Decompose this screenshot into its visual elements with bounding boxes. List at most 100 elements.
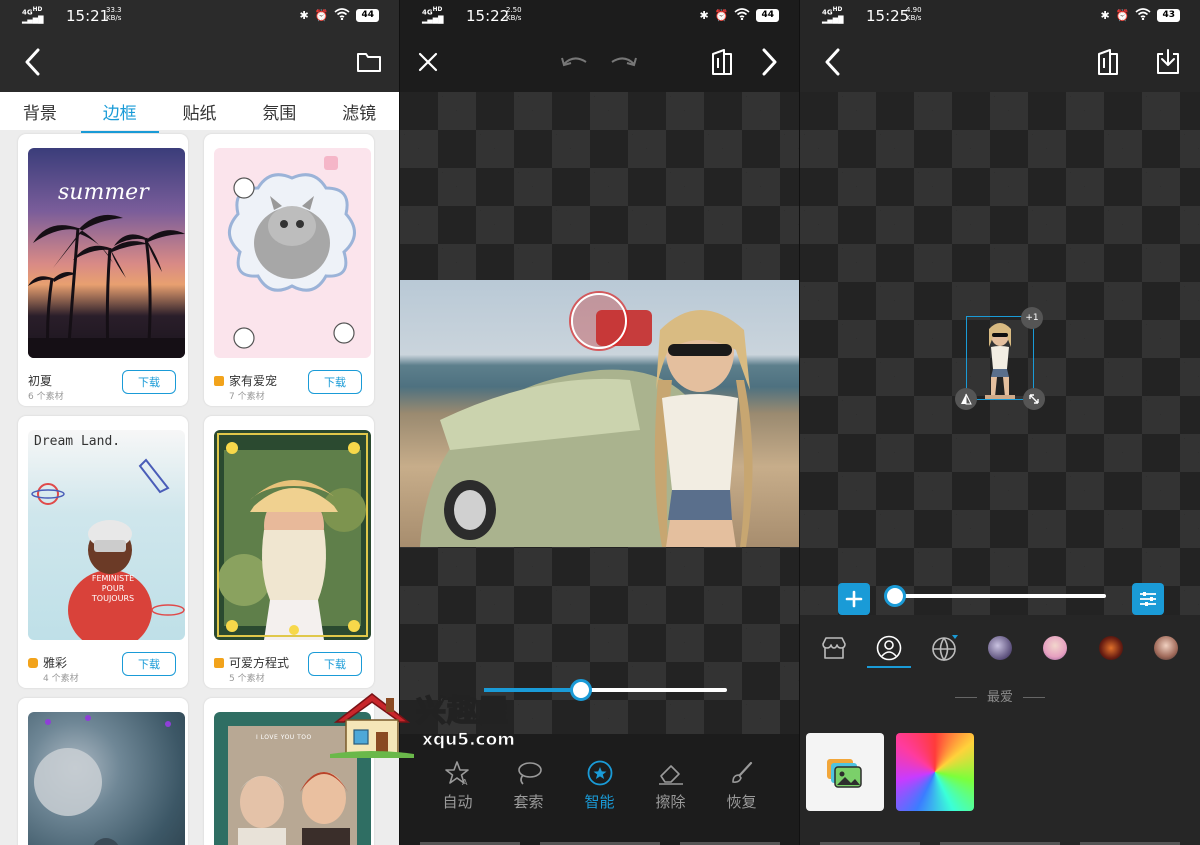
network-indicator: 4GHD ▂▄▆█ [422,7,444,25]
duplicate-handle[interactable]: +1 [1021,307,1043,329]
status-bar: 4GHD ▂▄▆█ 15:21 33.3 KB/s ✱ ⏰ 44 [0,0,399,32]
category-avatar-2[interactable] [1033,630,1077,666]
frame-card[interactable]: summer 初夏 6 个素材 下载 [18,134,188,406]
tab-background[interactable]: 背景 [17,99,63,124]
tool-lasso[interactable]: 套索 [504,755,554,825]
network-indicator: 4GHD ▂▄▆█ [22,7,44,25]
tool-smart[interactable]: 智能 [575,755,625,825]
opacity-slider[interactable] [884,585,1106,607]
frame-thumbnail[interactable] [214,430,371,640]
play-icon [28,657,38,668]
brush-icon [717,755,767,791]
brush-size-slider[interactable] [484,679,727,701]
tab-filter[interactable]: 滤镜 [336,99,382,124]
frame-card[interactable] [18,698,188,845]
resize-icon[interactable] [1023,388,1045,410]
frame-thumbnail[interactable] [28,712,185,845]
gallery-picker[interactable] [806,733,884,811]
flip-icon[interactable] [955,388,977,410]
watermark-title: 兴趣屋 [415,693,509,730]
back-icon[interactable] [818,46,846,78]
category-global[interactable] [923,630,967,666]
next-icon[interactable] [756,46,784,78]
category-avatar-1[interactable] [978,630,1022,666]
avatar [987,636,1012,660]
download-button[interactable]: 下载 [122,370,176,394]
frame-card[interactable]: 家有爱宠 7 个素材 下载 [204,134,374,406]
frame-name: 初夏 [28,374,53,388]
add-sticker-button[interactable] [838,583,870,615]
bluetooth-icon: ✱ [1100,9,1110,22]
shirt-text: FEMINISTE POUR TOUJOURS [91,574,135,603]
sticker-categories [800,630,1200,668]
person-icon [876,635,902,661]
frame-name: 可爱方程式 [229,656,290,670]
house-logo [330,693,414,758]
bluetooth-icon: ✱ [699,9,709,22]
sticker-selection[interactable]: +1 [955,307,1045,410]
net-speed: 4.90 KB/s [906,6,922,22]
compare-icon[interactable] [1092,46,1124,78]
cutout-sticker[interactable] [967,317,1033,399]
eraser-icon [646,755,696,791]
battery-indicator: 44 [356,9,379,22]
compare-icon[interactable] [706,46,738,78]
color-picker[interactable] [896,733,974,811]
category-store[interactable] [812,630,856,666]
slider-knob[interactable] [884,585,906,607]
summer-title: summer [58,180,149,205]
alarm-icon: ⏰ [714,9,729,22]
battery-indicator: 44 [756,9,779,22]
frame-thumbnail[interactable] [214,148,371,358]
folder-icon[interactable] [354,48,384,76]
tab-sticker[interactable]: 贴纸 [176,99,222,124]
redo-icon[interactable] [608,48,640,76]
status-bar: 4GHD ▂▄▆█ 15:22 2.50 KB/s ✱ ⏰ 44 [400,0,799,32]
avatar [1154,636,1179,660]
material-count: 4 个素材 [43,674,79,684]
frame-name: 家有爱宠 [229,374,278,388]
adjust-button[interactable] [1132,583,1164,615]
tab-frame[interactable]: 边框 [80,99,159,133]
favorites-label: 最爱 [986,690,1013,705]
alarm-icon: ⏰ [314,9,329,22]
wifi-icon [334,8,350,23]
tool-erase[interactable]: 擦除 [646,755,696,825]
store-icon [821,637,846,659]
slider-knob[interactable] [570,679,592,701]
svg-text:A: A [462,778,468,786]
love-you-text: I LOVE YOU TOO [256,734,312,741]
car-cutout-marker[interactable] [571,293,627,349]
save-icon[interactable] [1152,46,1184,78]
category-tabs: 背景 边框 贴纸 氛围 滤镜 [0,92,399,133]
back-icon[interactable] [18,46,46,78]
status-time: 15:21 [66,7,110,25]
download-button[interactable]: 下载 [308,370,362,394]
edit-photo[interactable] [400,280,799,547]
tool-restore[interactable]: 恢复 [717,755,767,825]
watermark-url: xqu5.com [422,730,516,751]
category-avatar-4[interactable] [1144,630,1188,666]
tab-atmosphere[interactable]: 氛围 [256,99,302,124]
frame-card[interactable]: 可爱方程式 5 个素材 下载 [204,416,374,688]
frame-card[interactable]: Dream Land. FEMINISTE POUR TOUJOURS 雅彩 4… [18,416,188,688]
frame-thumbnail[interactable]: summer [28,148,185,358]
plus-icon [845,590,863,608]
globe-icon [931,635,958,661]
bluetooth-icon: ✱ [299,9,309,22]
wifi-icon [1135,8,1151,23]
category-avatar-3[interactable] [1089,630,1133,666]
material-count: 6 个素材 [28,392,64,402]
download-button[interactable]: 下载 [308,652,362,676]
status-time: 15:25 [866,7,910,25]
tool-auto[interactable]: A 自动 [433,755,483,825]
avatar [1098,636,1123,660]
undo-icon[interactable] [558,48,590,76]
frame-thumbnail[interactable]: Dream Land. FEMINISTE POUR TOUJOURS [28,430,185,640]
gallery-icon [827,759,862,788]
cutout-toolbar: A 自动 套索 智能 擦除 恢复 [400,755,799,825]
material-count: 7 个素材 [229,392,265,402]
close-icon[interactable] [414,48,442,76]
category-person[interactable] [867,630,912,668]
download-button[interactable]: 下载 [122,652,176,676]
